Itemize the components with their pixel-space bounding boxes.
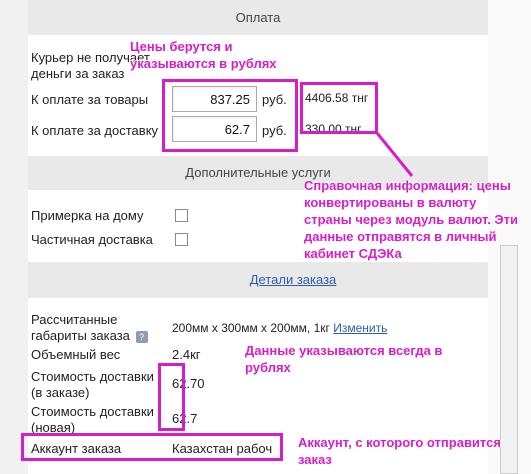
note-rubles: Данные указываются всегда в рублях [245, 343, 443, 375]
note-reference: Справочная информация: цены конвертирова… [304, 178, 519, 261]
note-account: Аккаунт, с которого отправится заказ [298, 435, 501, 467]
note-prices: Цены берутся и указываются в рублях [130, 39, 277, 71]
